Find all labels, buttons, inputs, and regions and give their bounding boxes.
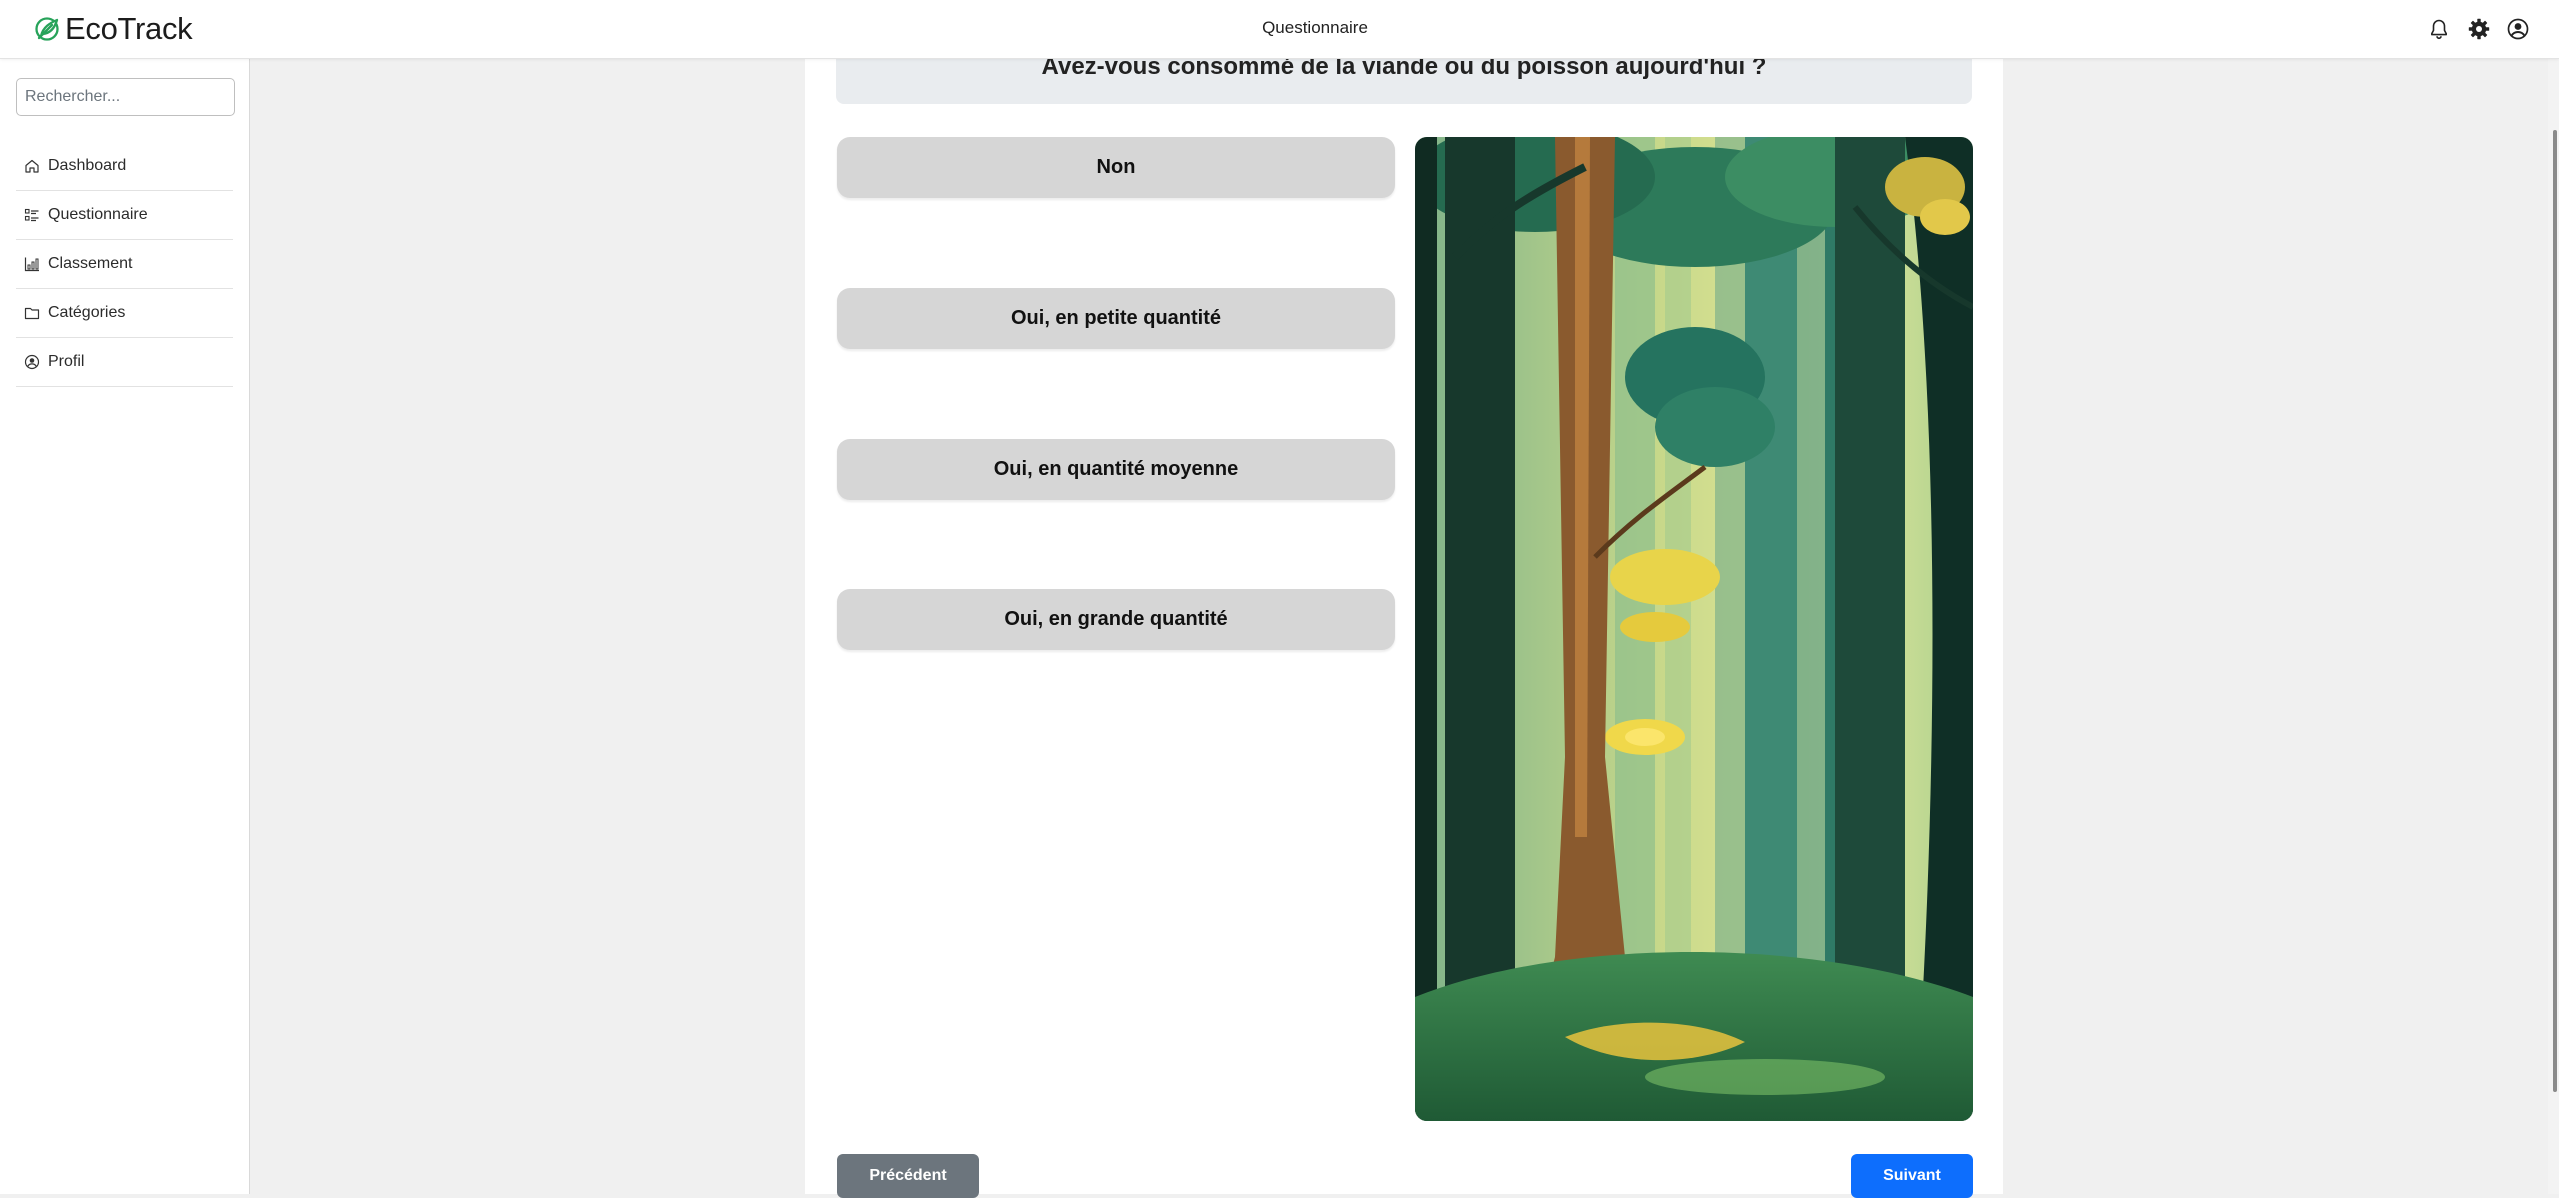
previous-button[interactable]: Précédent — [837, 1154, 979, 1198]
search-input[interactable] — [16, 78, 235, 116]
answer-option-moyenne[interactable]: Oui, en quantité moyenne — [837, 439, 1395, 500]
forest-illustration — [1415, 137, 1973, 1121]
sidebar-item-label: Profil — [48, 353, 85, 370]
sidebar-item-profil[interactable]: Profil — [16, 338, 233, 387]
page-title: Questionnaire — [1262, 18, 1368, 37]
answer-option-non[interactable]: Non — [837, 137, 1395, 198]
user-circle-icon — [24, 354, 40, 370]
sidebar-item-dashboard[interactable]: Dashboard — [16, 142, 233, 191]
sidebar-item-label: Classement — [48, 255, 133, 272]
sidebar-item-questionnaire[interactable]: Questionnaire — [16, 191, 233, 240]
answer-option-petite[interactable]: Oui, en petite quantité — [837, 288, 1395, 349]
sidebar-item-classement[interactable]: Classement — [16, 240, 233, 289]
gear-icon[interactable] — [2467, 17, 2491, 41]
sidebar: Dashboard Questionnaire Classement Catég… — [0, 58, 250, 1194]
sidebar-nav: Dashboard Questionnaire Classement Catég… — [16, 142, 233, 387]
questionnaire-card: Avez-vous consommé de la viande ou du po… — [805, 53, 2003, 1198]
bar-chart-icon — [24, 257, 39, 272]
answer-option-grande[interactable]: Oui, en grande quantité — [837, 589, 1395, 650]
next-button[interactable]: Suivant — [1851, 1154, 1973, 1198]
list-check-icon — [24, 208, 39, 222]
top-header: EcoTrack Questionnaire — [0, 0, 2559, 59]
question-header: Avez-vous consommé de la viande ou du po… — [836, 53, 1972, 104]
sidebar-item-label: Catégories — [48, 304, 126, 321]
folder-icon — [24, 307, 40, 320]
scrollbar-thumb[interactable] — [2553, 130, 2557, 1092]
sidebar-item-label: Questionnaire — [48, 206, 148, 223]
sidebar-item-categories[interactable]: Catégories — [16, 289, 233, 338]
sidebar-item-label: Dashboard — [48, 157, 127, 174]
home-icon — [25, 159, 39, 173]
user-circle-icon[interactable] — [2506, 17, 2530, 41]
bell-icon[interactable] — [2427, 17, 2451, 41]
